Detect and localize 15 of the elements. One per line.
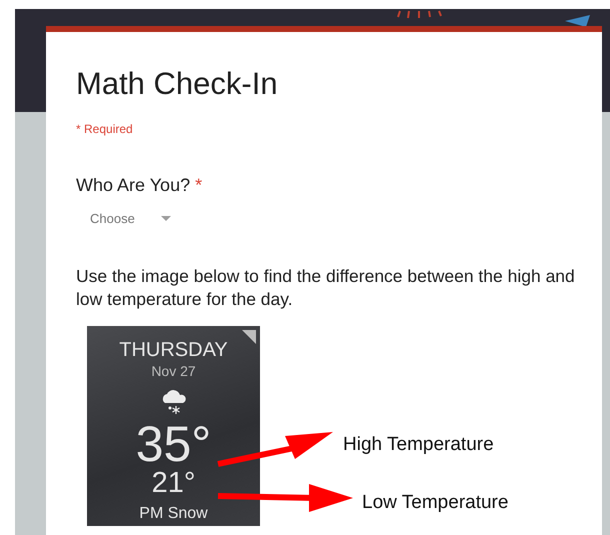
instructions-text: Use the image below to find the difference between the high and low temperature for the day.: [76, 264, 576, 312]
annotation-label: High Temperature: [343, 432, 494, 457]
question-label: Who Are You?: [76, 175, 190, 196]
required-note: * Required: [76, 121, 134, 138]
annotation-label: Low Temperature: [362, 490, 508, 515]
condition-label: PM Snow: [138, 506, 209, 522]
required-asterisk: *: [195, 175, 202, 196]
high-temperature-value: 35°: [134, 419, 212, 470]
corner-triangle-icon: [242, 330, 256, 344]
weekday-label: THURSDAY: [119, 340, 228, 360]
date-label: Nov 27: [150, 364, 197, 378]
form-title: Math Check-In: [76, 65, 279, 102]
caret-icon: [160, 216, 171, 222]
low-temperature-value: 21°: [150, 469, 196, 498]
choose-dropdown[interactable]: Choose: [76, 201, 185, 237]
